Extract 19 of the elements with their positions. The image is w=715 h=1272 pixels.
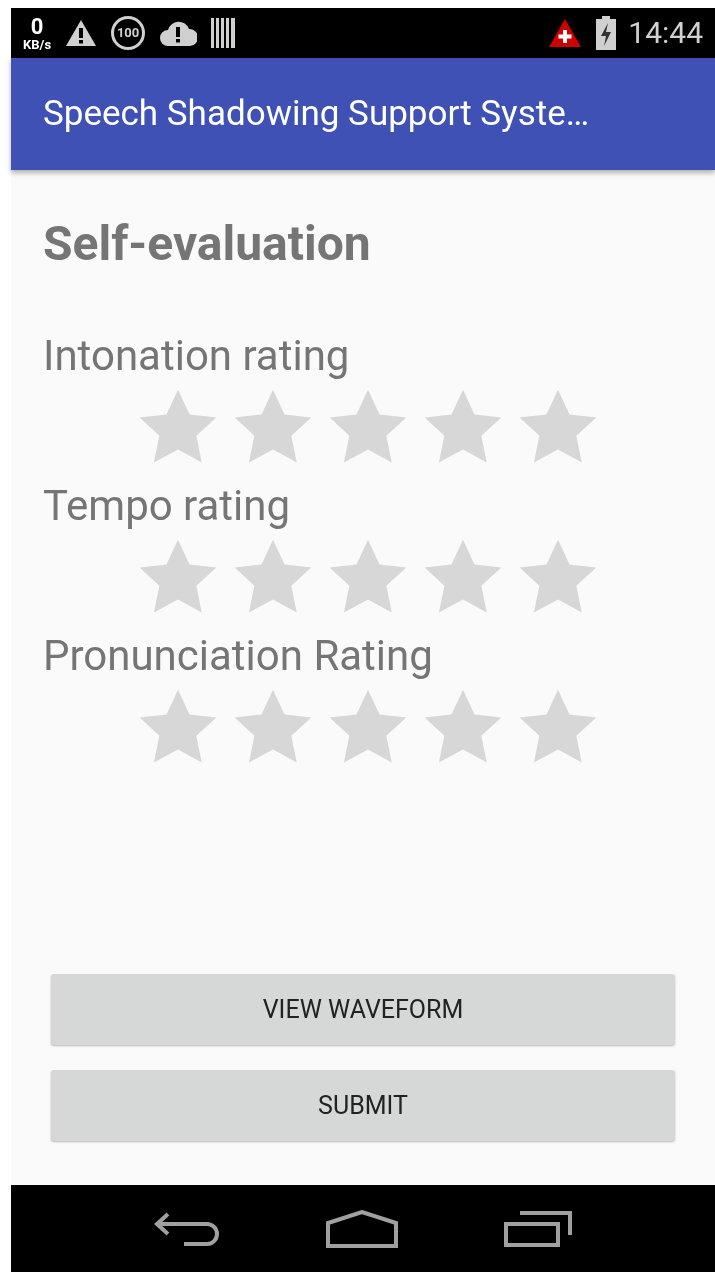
speed-value: 0 [30, 15, 44, 38]
recent-apps-icon[interactable] [504, 1210, 572, 1247]
action-button[interactable]: VIEW WAVEFORM [51, 974, 675, 1045]
alert-cross-icon [548, 18, 583, 48]
back-icon[interactable] [154, 1210, 220, 1247]
hundred-badge: 100 [111, 16, 146, 50]
home-icon[interactable] [326, 1209, 398, 1248]
barcode-icon [211, 18, 236, 48]
speed-unit: KB/s [23, 37, 52, 51]
cloud-alert-icon [159, 20, 198, 46]
clock: 14:44 [628, 18, 703, 48]
page-heading: Self-evaluation [43, 214, 372, 274]
rating-label: Intonation rating [43, 330, 351, 382]
battery-charging-icon [596, 16, 617, 50]
rating-label: Pronunciation Rating [43, 630, 434, 682]
app-title: Speech Shadowing Support Syste… [43, 91, 590, 136]
warning-icon [65, 19, 98, 47]
action-button[interactable]: SUBMIT [51, 1070, 675, 1141]
rating-label: Tempo rating [43, 480, 292, 532]
